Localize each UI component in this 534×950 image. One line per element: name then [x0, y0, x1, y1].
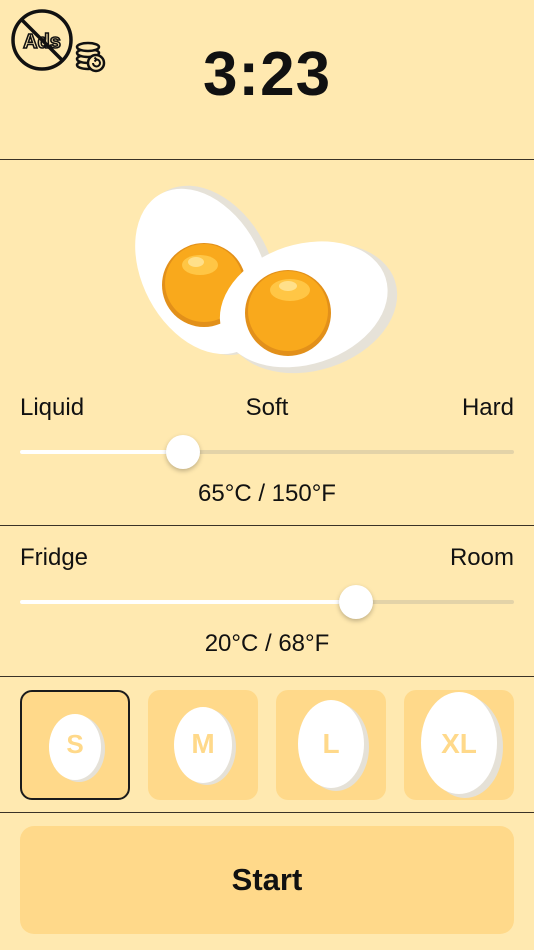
start-temp-label-room: Room: [449, 544, 514, 571]
size-label-s: S: [66, 729, 84, 759]
size-label-xl: XL: [441, 728, 477, 759]
boiled-egg-illustration: [130, 170, 410, 385]
start-button-label: Start: [231, 862, 303, 897]
size-label-m: M: [191, 728, 215, 759]
size-button-m[interactable]: M: [148, 690, 258, 800]
doneness-slider-thumb[interactable]: [166, 435, 201, 469]
start-temp-slider[interactable]: [20, 585, 514, 619]
start-button[interactable]: Start: [20, 826, 514, 934]
divider: [0, 812, 534, 813]
doneness-temperature: 65°C / 150°F: [198, 480, 336, 507]
start-temp-slider-fill: [20, 600, 356, 604]
doneness-label-soft: Soft: [245, 394, 289, 421]
size-label-l: L: [322, 728, 340, 759]
divider: [0, 525, 534, 526]
timer-display: 3:23: [202, 40, 332, 109]
doneness-slider-fill: [20, 450, 184, 454]
size-button-l[interactable]: L: [276, 690, 386, 800]
size-button-s[interactable]: S: [20, 690, 130, 800]
doneness-slider[interactable]: [20, 435, 514, 469]
divider: [0, 676, 534, 677]
start-temp-label-fridge: Fridge: [20, 544, 89, 571]
size-button-xl[interactable]: XL: [404, 690, 514, 800]
divider: [0, 159, 534, 160]
start-temperature: 20°C / 68°F: [204, 630, 330, 657]
start-temp-slider-thumb[interactable]: [338, 585, 373, 619]
doneness-label-hard: Hard: [461, 394, 514, 421]
